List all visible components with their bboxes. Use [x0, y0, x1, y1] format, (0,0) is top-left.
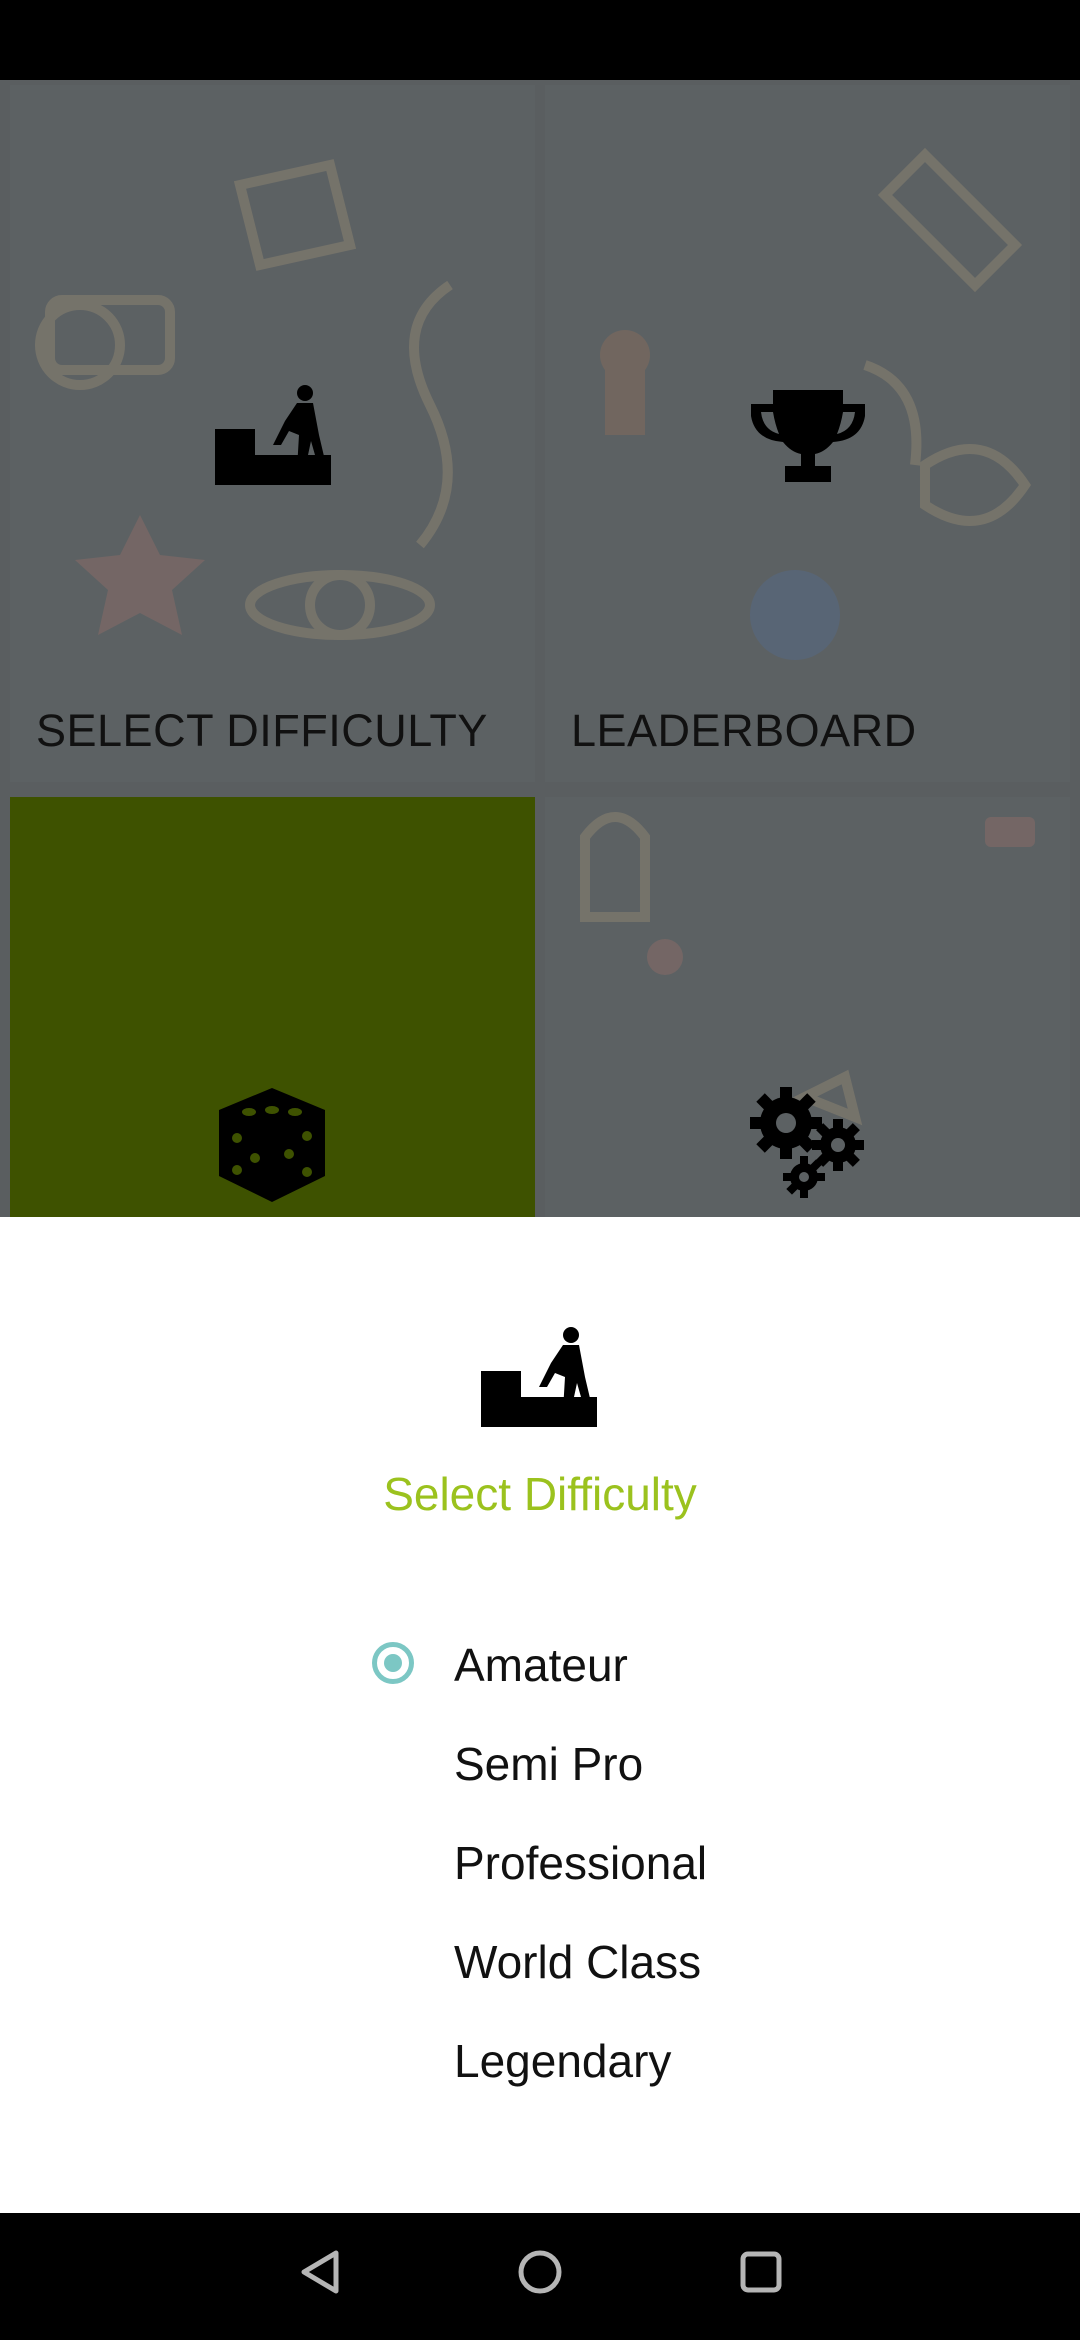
option-professional[interactable]: Professional [370, 1820, 870, 1910]
stairs-climber-icon [481, 1327, 597, 1427]
dice-icon [219, 1088, 325, 1202]
tile-label-select-difficulty: SELECT DIFFICULTY [36, 705, 488, 756]
option-legendary[interactable]: Legendary [370, 2018, 870, 2108]
option-world-class[interactable]: World Class [370, 1919, 870, 2009]
gears-icon [750, 1087, 864, 1198]
recents-square-icon[interactable] [737, 2247, 785, 2297]
tile-settings[interactable] [545, 797, 1070, 1217]
option-label: World Class [454, 1936, 702, 1988]
tile-random[interactable] [10, 797, 535, 1217]
option-label: Professional [454, 1837, 708, 1889]
status-bar [0, 0, 1080, 80]
stairs-climber-icon [215, 385, 331, 485]
trophy-icon [751, 390, 865, 482]
system-nav-bar [0, 2213, 1080, 2340]
option-label: Legendary [454, 2035, 672, 2087]
tile-select-difficulty[interactable]: SELECT DIFFICULTY [10, 85, 535, 782]
option-label: Semi Pro [454, 1738, 644, 1790]
difficulty-sheet: Select Difficulty Amateur Semi Pro Profe… [0, 1217, 1080, 2213]
option-semi-pro[interactable]: Semi Pro [370, 1721, 870, 1811]
sheet-title: Select Difficulty [383, 1468, 697, 1520]
option-label: Amateur [454, 1639, 628, 1691]
tile-leaderboard[interactable]: LEADERBOARD [545, 85, 1070, 782]
back-triangle-icon[interactable] [296, 2247, 344, 2297]
menu-grid: SELECT DIFFICULTY LEADERBOARD [0, 80, 1080, 1217]
tile-label-leaderboard: LEADERBOARD [571, 705, 917, 756]
option-amateur[interactable]: Amateur [370, 1622, 870, 1712]
home-circle-icon[interactable] [516, 2247, 564, 2297]
radio-selected-icon[interactable] [372, 1642, 414, 1684]
